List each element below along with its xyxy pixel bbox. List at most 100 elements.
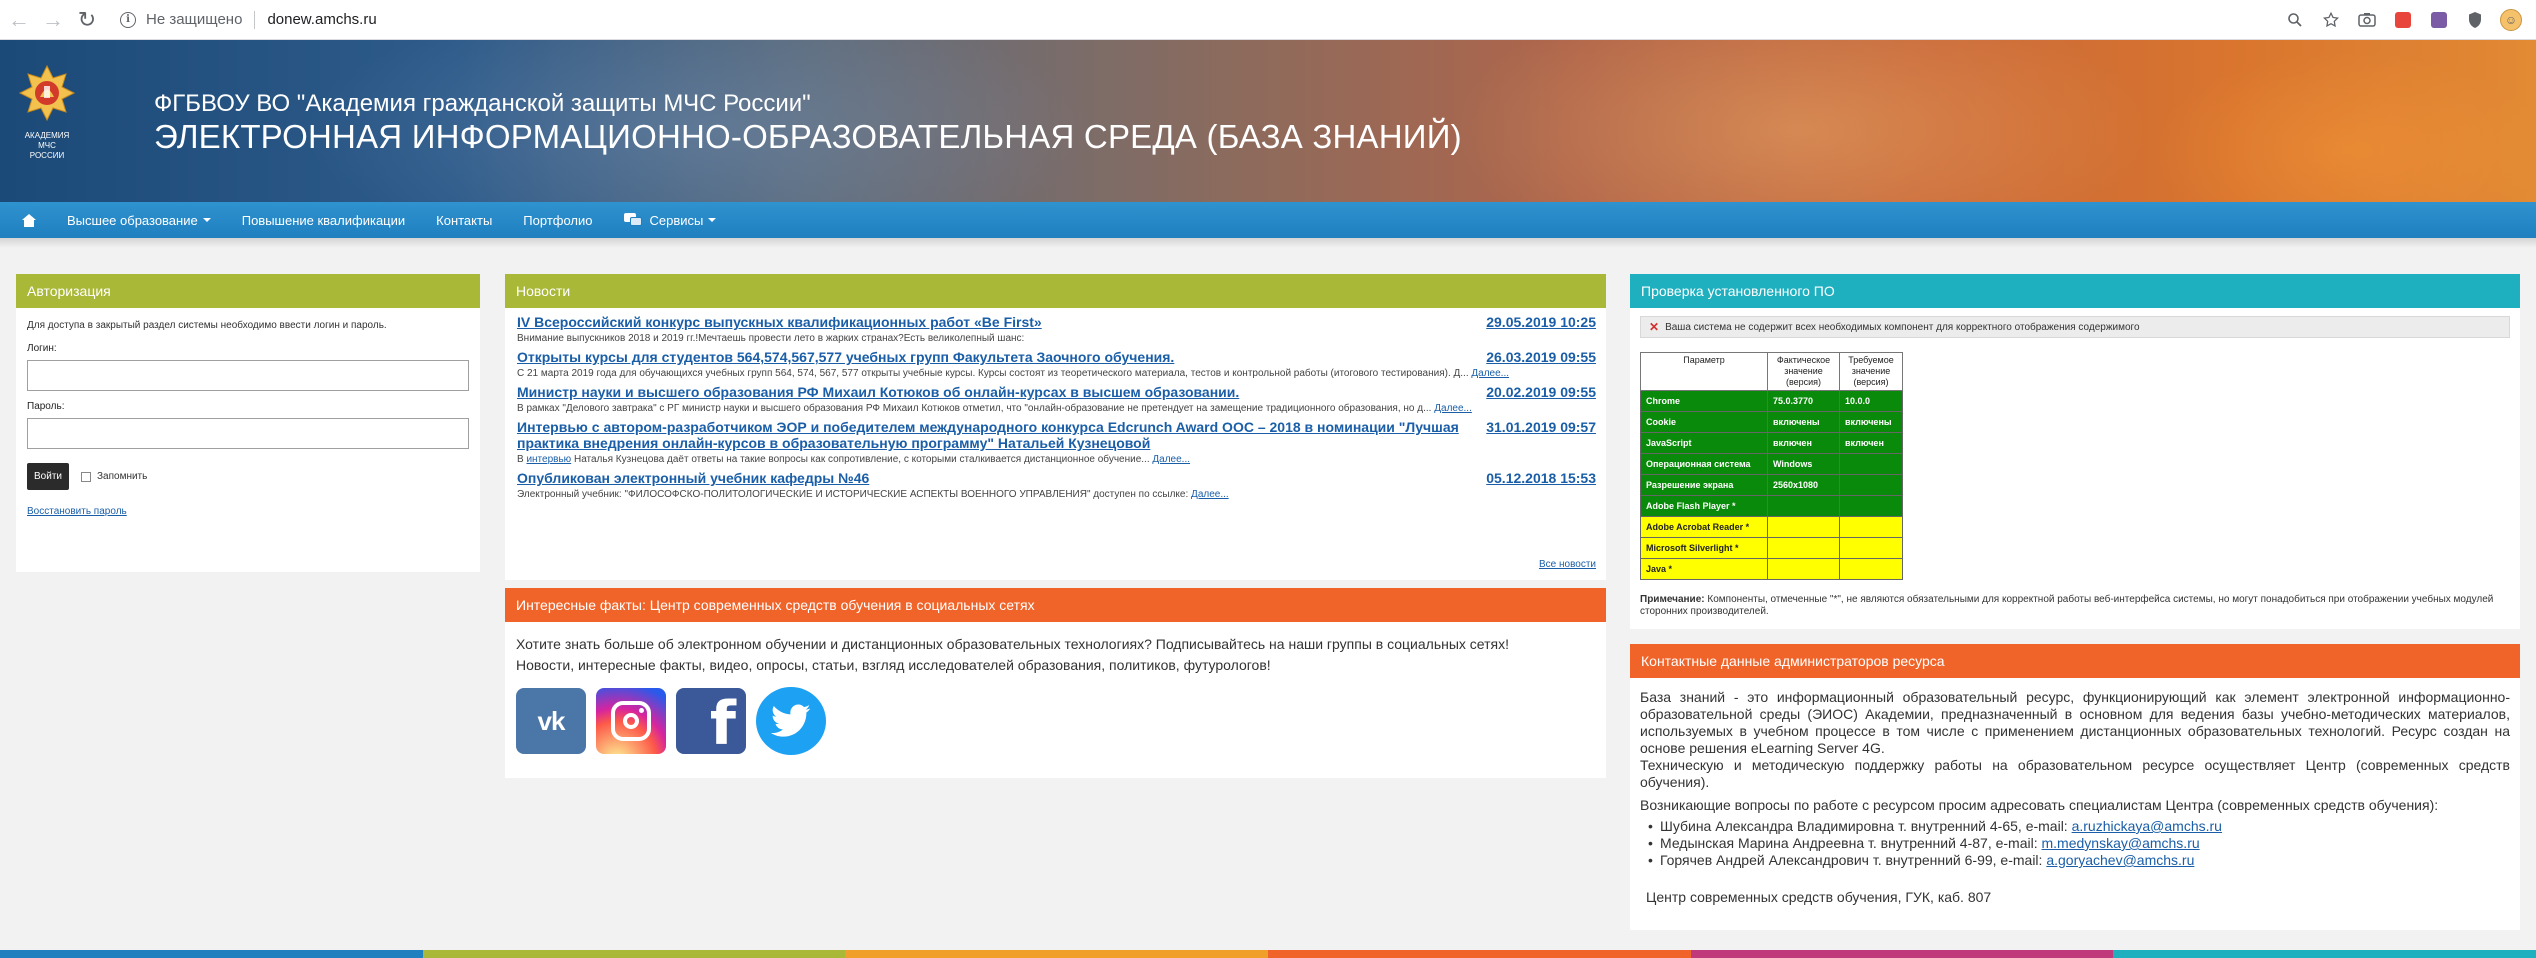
- table-cell-req: [1839, 516, 1903, 538]
- forward-button[interactable]: →: [38, 5, 68, 35]
- interview-link[interactable]: интервью: [526, 454, 571, 465]
- news-desc: В рамках "Делового завтрака" с РГ минист…: [517, 403, 1472, 414]
- nav-item-label: Сервисы: [649, 212, 704, 228]
- instagram-icon[interactable]: [596, 688, 666, 754]
- table-cell-param: Операционная система: [1640, 453, 1768, 475]
- table-cell-fact: включены: [1767, 411, 1840, 433]
- url-text[interactable]: donew.amchs.ru: [267, 11, 376, 28]
- contacts-panel: Контактные данные администраторов ресурс…: [1630, 644, 2520, 930]
- news-more-link[interactable]: Далее...: [1191, 489, 1229, 500]
- bookmark-star-icon[interactable]: [2316, 5, 2346, 35]
- remember-checkbox[interactable]: [81, 471, 91, 482]
- system-name: ЭЛЕКТРОННАЯ ИНФОРМАЦИОННО-ОБРАЗОВАТЕЛЬНА…: [154, 118, 1462, 155]
- zoom-icon[interactable]: [2280, 5, 2310, 35]
- svg-text:МЧС: МЧС: [38, 141, 56, 150]
- news-title-link[interactable]: Интервью с автором-разработчиком ЭОР и п…: [517, 419, 1596, 451]
- software-panel-title: Проверка установленного ПО: [1630, 274, 2520, 308]
- email-link[interactable]: m.medynskay@amchs.ru: [2042, 835, 2200, 851]
- footer-stripe: [0, 950, 2536, 958]
- login-input[interactable]: [27, 360, 469, 391]
- news-item: Опубликован электронный учебник кафедры …: [517, 470, 1596, 501]
- org-name: ФГБВОУ ВО "Академия гражданской защиты М…: [154, 90, 811, 117]
- table-cell-param: JavaScript: [1640, 432, 1768, 454]
- table-row: Adobe Acrobat Reader *: [1640, 516, 1903, 538]
- table-row: Cookie включены включены: [1640, 411, 1903, 433]
- list-item: Горячев Андрей Александрович т. внутренн…: [1648, 852, 2510, 869]
- profile-avatar[interactable]: ☺: [2496, 5, 2526, 35]
- password-input[interactable]: [27, 418, 469, 449]
- address-bar[interactable]: i Не защищено donew.amchs.ru: [120, 5, 377, 35]
- nav-item-contacts[interactable]: Контакты: [436, 213, 492, 228]
- news-title-link[interactable]: Открыты курсы для студентов 564,574,567,…: [517, 349, 1596, 365]
- academy-emblem-logo[interactable]: АКАДЕМИЯ МЧС РОССИИ: [18, 64, 76, 174]
- extension-icon[interactable]: [2424, 5, 2454, 35]
- table-cell-req: 10.0.0: [1839, 390, 1903, 412]
- facts-panel: Интересные факты: Центр современных сред…: [505, 588, 1606, 778]
- back-button[interactable]: ←: [4, 5, 34, 35]
- news-title-link[interactable]: IV Всероссийский конкурс выпускных квали…: [517, 314, 1596, 330]
- nav-item-label: Повышение квалификации: [241, 212, 406, 228]
- reload-button[interactable]: ↻: [72, 5, 102, 35]
- table-cell-req: включен: [1839, 432, 1903, 454]
- nav-shadow: [0, 238, 2536, 248]
- table-row: Операционная система Windows: [1640, 453, 1903, 475]
- facebook-icon[interactable]: f: [676, 688, 746, 754]
- home-icon[interactable]: [22, 213, 36, 227]
- shield-icon[interactable]: [2460, 5, 2490, 35]
- email-link[interactable]: a.ruzhickaya@amchs.ru: [2072, 818, 2222, 834]
- table-cell-req: [1839, 474, 1903, 496]
- news-date[interactable]: 29.05.2019 10:25: [1486, 314, 1596, 330]
- all-news-link[interactable]: Все новости: [1539, 559, 1596, 570]
- news-title-link[interactable]: Опубликован электронный учебник кафедры …: [517, 470, 1596, 486]
- news-date[interactable]: 31.01.2019 09:57: [1486, 419, 1596, 435]
- screenshot-icon[interactable]: [2352, 5, 2382, 35]
- info-icon[interactable]: i: [120, 11, 136, 28]
- news-date[interactable]: 20.02.2019 09:55: [1486, 384, 1596, 400]
- browser-actions: ☺: [2280, 5, 2526, 35]
- restore-password-link[interactable]: Восстановить пароль: [27, 506, 469, 517]
- software-warning-text: Ваша система не содержит всех необходимы…: [1665, 321, 2140, 333]
- twitter-icon[interactable]: [756, 687, 826, 755]
- nav-item-portfolio[interactable]: Портфолио: [523, 213, 592, 228]
- chat-icon: [623, 213, 642, 227]
- login-button[interactable]: Войти: [27, 463, 69, 490]
- nav-item-higher-education[interactable]: Высшее образование: [67, 213, 211, 228]
- contacts-paragraph: База знаний - это информационный образов…: [1640, 689, 2510, 756]
- news-title-link[interactable]: Министр науки и высшего образования РФ М…: [517, 384, 1596, 400]
- software-table: Параметр Фактическое значение (версия) Т…: [1640, 352, 1903, 580]
- news-more-link[interactable]: Далее...: [1434, 403, 1472, 414]
- contacts-panel-title: Контактные данные администраторов ресурс…: [1630, 644, 2520, 678]
- auth-panel-title: Авторизация: [16, 274, 480, 308]
- news-item: IV Всероссийский конкурс выпускных квали…: [517, 314, 1596, 345]
- extension-icon[interactable]: [2388, 5, 2418, 35]
- nav-item-label: Высшее образование: [67, 212, 198, 228]
- table-cell-param: Разрешение экрана: [1640, 474, 1768, 496]
- table-cell-fact: 2560x1080: [1767, 474, 1840, 496]
- auth-intro: Для доступа в закрытый раздел системы не…: [27, 320, 387, 331]
- nav-item-qualification[interactable]: Повышение квалификации: [242, 213, 405, 228]
- news-more-link[interactable]: Далее...: [1152, 454, 1190, 465]
- table-cell-fact: Windows: [1767, 453, 1840, 475]
- news-date[interactable]: 05.12.2018 15:53: [1486, 470, 1596, 486]
- news-desc: Внимание выпускников 2018 и 2019 гг.!Меч…: [517, 333, 1025, 344]
- nav-item-label: Портфолио: [523, 212, 593, 228]
- table-cell-fact: [1767, 516, 1840, 538]
- email-link[interactable]: a.goryachev@amchs.ru: [2046, 852, 2194, 868]
- table-cell-fact: 75.0.3770: [1767, 390, 1840, 412]
- vk-icon[interactable]: vk: [516, 688, 586, 754]
- table-cell-param: Cookie: [1640, 411, 1768, 433]
- table-cell-fact: [1767, 537, 1840, 559]
- news-date[interactable]: 26.03.2019 09:55: [1486, 349, 1596, 365]
- table-cell-req: [1839, 453, 1903, 475]
- table-cell-req: [1839, 537, 1903, 559]
- table-cell-req: [1839, 558, 1903, 580]
- chevron-down-icon: [202, 218, 211, 222]
- table-row: Java *: [1640, 558, 1903, 580]
- nav-item-services[interactable]: Сервисы: [623, 212, 717, 228]
- news-desc: С 21 марта 2019 года для обучающихся уче…: [517, 368, 1510, 379]
- news-more-link[interactable]: Далее...: [1471, 368, 1509, 379]
- news-panel-title: Новости: [505, 274, 1606, 308]
- remember-label: Запомнить: [97, 471, 148, 482]
- not-secure-label: Не защищено: [146, 11, 243, 28]
- address-separator: [254, 10, 256, 29]
